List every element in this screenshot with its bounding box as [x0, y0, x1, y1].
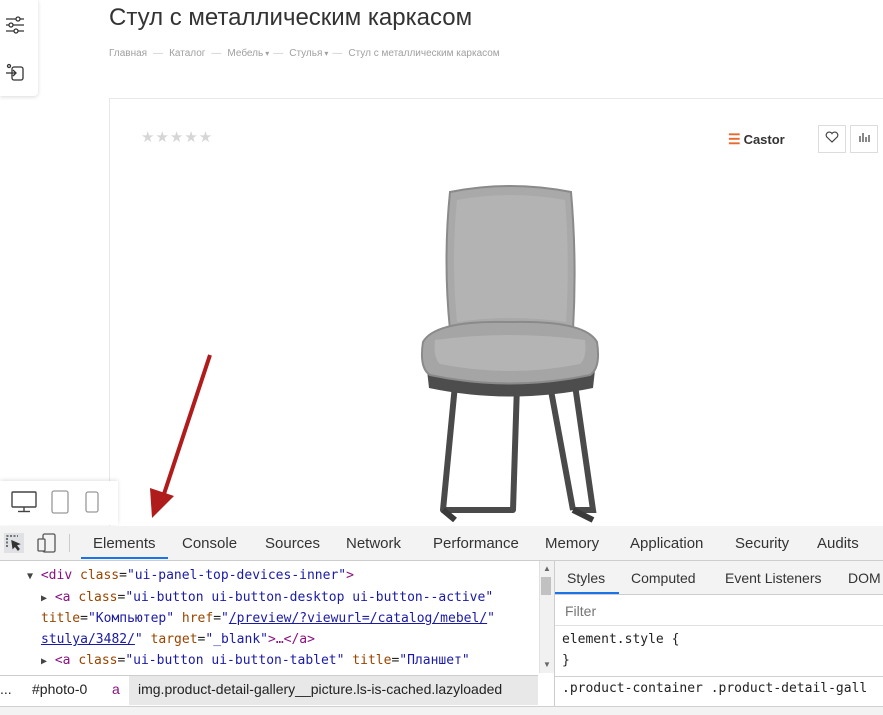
chevron-down-icon[interactable]: ▾: [265, 49, 269, 58]
breadcrumb-separator: —: [211, 48, 222, 59]
styles-filter-input[interactable]: [565, 603, 865, 619]
filter-sliders-icon[interactable]: [5, 15, 25, 35]
tag-open: <div: [40, 568, 80, 583]
tab-elements[interactable]: Elements: [93, 526, 156, 560]
href-link[interactable]: stulya/3482/: [41, 632, 135, 647]
scroll-up-icon[interactable]: ▲: [543, 564, 551, 573]
attr-quote: ": [221, 611, 229, 626]
desktop-icon[interactable]: [11, 491, 37, 518]
breadcrumb-item[interactable]: Главная: [109, 48, 147, 59]
scrollbar-thumb[interactable]: [541, 577, 551, 595]
mobile-icon[interactable]: [85, 491, 99, 518]
annotation-arrow: [150, 354, 212, 518]
dom-node-a-desktop-cont[interactable]: title="Компьютер" href="/preview/?viewur…: [41, 611, 495, 626]
breadcrumb-item[interactable]: Каталог: [169, 48, 205, 59]
breadcrumb-separator: —: [332, 48, 343, 59]
tab-event-listeners[interactable]: Event Listeners: [725, 561, 822, 594]
expand-triangle-icon[interactable]: ▶: [41, 593, 47, 604]
toolbar-divider: [69, 534, 70, 552]
filter-divider: [555, 625, 883, 626]
element-style-rule[interactable]: element.style {: [562, 632, 679, 647]
attr-value: "Компьютер": [87, 611, 175, 626]
chevron-down-icon[interactable]: ▾: [324, 49, 328, 58]
tab-network[interactable]: Network: [346, 526, 401, 560]
dom-node-a-desktop-cont2[interactable]: stulya/3482/" target="_blank">…</a>: [41, 632, 315, 647]
page-title: Стул с металлическим каркасом: [109, 4, 473, 31]
tab-computed[interactable]: Computed: [631, 561, 696, 594]
tag-close: >: [346, 568, 354, 583]
compare-button[interactable]: [850, 125, 878, 153]
attr-name: target: [150, 632, 198, 647]
attr-name: class: [78, 590, 118, 605]
rule-divider: [555, 676, 883, 677]
attr-value: "Планшет": [399, 653, 470, 668]
tab-console[interactable]: Console: [182, 526, 237, 560]
attr-quote: ": [487, 611, 495, 626]
tab-audits[interactable]: Audits: [817, 526, 859, 560]
brand-logo-icon: ☰: [728, 131, 741, 147]
login-icon[interactable]: [5, 63, 25, 83]
rating-stars[interactable]: ★★★★★: [141, 128, 213, 146]
attr-value: "ui-panel-top-devices-inner": [126, 568, 347, 583]
breadcrumb-separator: —: [273, 48, 284, 59]
breadcrumb-a[interactable]: a: [112, 681, 120, 697]
favorite-button[interactable]: [818, 125, 846, 153]
breadcrumb-item[interactable]: Мебель: [227, 48, 263, 59]
compare-chart-icon: [858, 130, 870, 148]
tab-performance[interactable]: Performance: [433, 526, 519, 560]
href-link[interactable]: /preview/?viewurl=/catalog/mebel/: [229, 611, 487, 626]
scroll-down-icon[interactable]: ▼: [543, 660, 551, 669]
tag-open: <a: [54, 653, 79, 668]
attr-value: "ui-button ui-button-desktop ui-button--…: [125, 590, 494, 605]
attr-value: "_blank": [205, 632, 268, 647]
inspect-element-icon[interactable]: [4, 533, 24, 558]
breadcrumb-item[interactable]: Стул с металлическим каркасом: [348, 48, 499, 59]
tab-application[interactable]: Application: [630, 526, 703, 560]
tab-sources[interactable]: Sources: [265, 526, 320, 560]
device-toolbar-icon[interactable]: [37, 533, 57, 558]
breadcrumb-item[interactable]: Стулья: [289, 48, 322, 59]
breadcrumb: Главная — Каталог — Мебель ▾ — Стулья ▾ — Стул с м…: [109, 48, 504, 59]
breadcrumb-separator: —: [153, 48, 164, 59]
active-styles-tab-indicator: [555, 592, 619, 594]
attr-name: class: [78, 653, 118, 668]
brand-label[interactable]: ☰ Castor: [728, 131, 785, 148]
css-rule-selector[interactable]: .product-container .product-detail-gall: [562, 681, 883, 696]
heart-icon: [825, 130, 839, 148]
tab-security[interactable]: Security: [735, 526, 789, 560]
tab-dom[interactable]: DOM: [848, 561, 881, 594]
expand-triangle-icon[interactable]: ▶: [41, 656, 47, 667]
attr-name: title: [41, 611, 81, 626]
attr-quote: ": [134, 632, 143, 647]
tablet-icon[interactable]: [51, 490, 69, 519]
tag-open: <a: [54, 590, 79, 605]
device-preview-bar: [0, 481, 118, 525]
attr-name: class: [80, 568, 120, 583]
breadcrumb-photo[interactable]: #photo-0: [32, 681, 87, 697]
breadcrumb-img[interactable]: img.product-detail-gallery__picture.ls-i…: [138, 681, 502, 697]
dom-node-a-tablet[interactable]: ▶ <a class="ui-button ui-button-tablet" …: [41, 653, 470, 668]
collapse-triangle-icon[interactable]: ▼: [27, 571, 33, 582]
breadcrumb-overflow[interactable]: ...: [0, 681, 12, 697]
tag-close: >…</a>: [268, 632, 315, 647]
brand-name: Castor: [743, 132, 785, 147]
attr-name: href: [181, 611, 214, 626]
dom-node-div[interactable]: ▼ <div class="ui-panel-top-devices-inner…: [27, 568, 354, 583]
tab-styles[interactable]: Styles: [567, 561, 605, 594]
dom-node-a-desktop[interactable]: ▶ <a class="ui-button ui-button-desktop …: [41, 590, 493, 605]
element-style-close: }: [562, 653, 570, 668]
attr-name: title: [352, 653, 392, 668]
tab-memory[interactable]: Memory: [545, 526, 599, 560]
product-image[interactable]: [395, 180, 635, 525]
left-floating-panel: [0, 0, 38, 96]
elements-dom-tree[interactable]: ▼ <div class="ui-panel-top-devices-inner…: [0, 561, 538, 673]
active-tab-indicator: [81, 557, 168, 559]
attr-value: "ui-button ui-button-tablet": [125, 653, 345, 668]
